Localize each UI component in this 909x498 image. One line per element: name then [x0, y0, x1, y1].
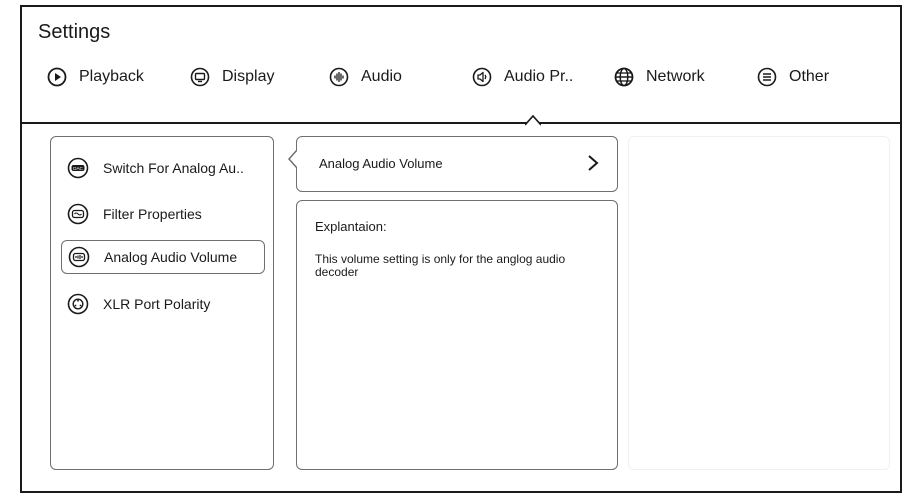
selected-tab-pointer	[525, 114, 541, 126]
dac-icon: DAC	[67, 157, 89, 179]
tab-label: Playback	[79, 68, 144, 85]
settings-window: Settings Playback Display Audio Audio Pr…	[20, 5, 902, 493]
svg-text:DAC: DAC	[73, 166, 83, 171]
globe-icon	[614, 67, 634, 87]
tab-playback[interactable]: Playback	[47, 67, 144, 87]
explanation-panel: Explantaion: This volume setting is only…	[296, 200, 618, 470]
tab-network[interactable]: Network	[614, 67, 705, 87]
tab-label: Network	[646, 68, 705, 85]
tab-display[interactable]: Display	[190, 67, 274, 87]
filter-icon	[67, 203, 89, 225]
settings-header: Settings Playback Display Audio Audio Pr…	[22, 7, 900, 126]
display-icon	[190, 67, 210, 87]
volume-level-icon	[68, 246, 90, 268]
analog-audio-volume-option[interactable]: Analog Audio Volume	[288, 136, 618, 192]
menu-item-label: Analog Audio Volume	[104, 249, 238, 265]
tab-other[interactable]: Other	[757, 67, 829, 87]
tab-label: Audio	[361, 68, 402, 85]
background-panel	[628, 136, 890, 470]
menu-item-label: Filter Properties	[103, 206, 202, 222]
menu-item-filter-properties[interactable]: Filter Properties	[61, 197, 265, 231]
settings-menu: DAC Switch For Analog Au.. Filter Proper…	[50, 136, 274, 470]
option-pointer	[288, 150, 302, 168]
explanation-text: This volume setting is only for the angl…	[315, 252, 566, 279]
tab-label: Audio Pr..	[504, 68, 574, 85]
menu-item-analog-audio-volume[interactable]: Analog Audio Volume	[61, 240, 265, 274]
play-circle-icon	[47, 67, 67, 87]
tab-label: Other	[789, 68, 830, 85]
menu-item-switch-analog-audio[interactable]: DAC Switch For Analog Au..	[61, 151, 265, 185]
page-title: Settings	[38, 21, 111, 43]
tab-label: Display	[222, 68, 275, 85]
explanation-title: Explantaion:	[315, 219, 387, 234]
option-label: Analog Audio Volume	[319, 156, 443, 171]
tab-audio[interactable]: Audio	[329, 67, 402, 87]
menu-item-xlr-port-polarity[interactable]: XLR Port Polarity	[61, 287, 265, 321]
chevron-right-icon	[588, 155, 599, 171]
speaker-icon	[472, 67, 492, 87]
menu-item-label: Switch For Analog Au..	[103, 160, 244, 176]
tab-audio-processing[interactable]: Audio Pr..	[472, 67, 573, 87]
audio-waveform-icon	[329, 67, 349, 87]
list-circle-icon	[757, 67, 777, 87]
menu-item-label: XLR Port Polarity	[103, 296, 211, 312]
polarity-icon	[67, 293, 89, 315]
